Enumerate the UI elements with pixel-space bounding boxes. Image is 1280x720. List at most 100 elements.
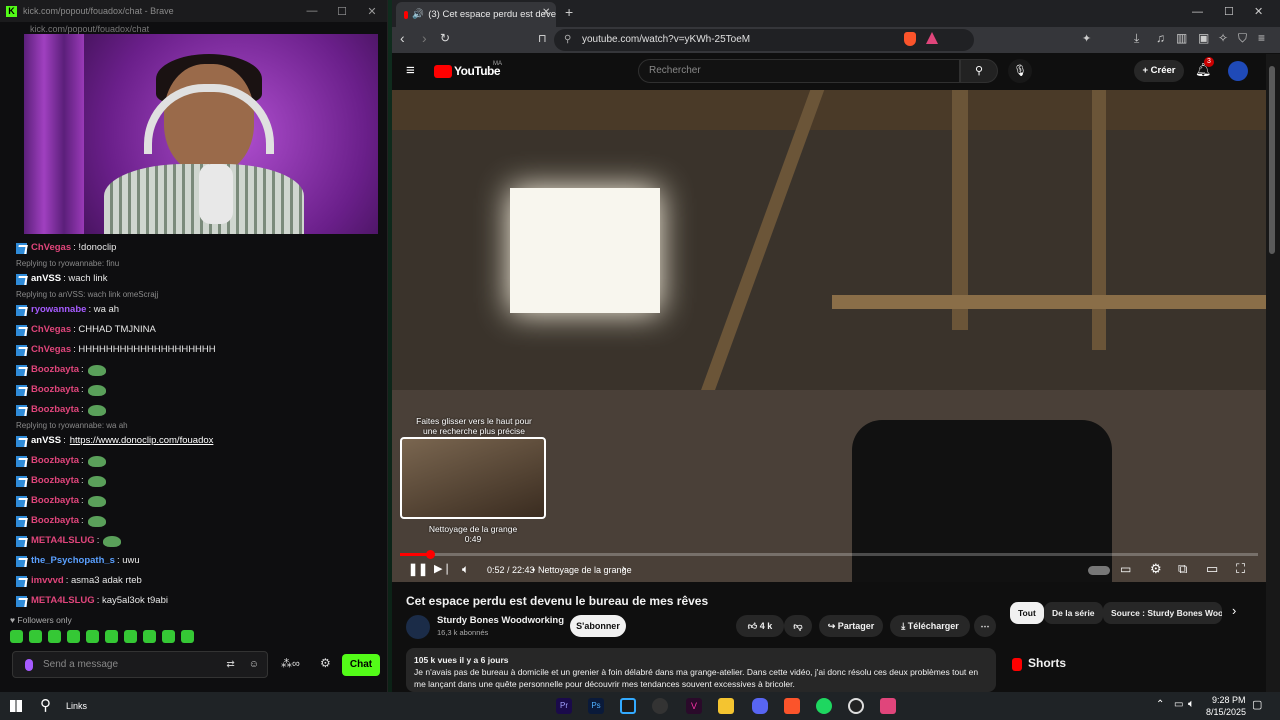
chat-username[interactable]: Boozbayta: [31, 360, 79, 380]
vpn-icon[interactable]: ⛉: [1238, 31, 1247, 46]
emote-icon[interactable]: [124, 630, 137, 643]
emote-icon[interactable]: [105, 630, 118, 643]
pause-icon[interactable]: ❚❚: [408, 562, 428, 576]
volume-icon[interactable]: 🔈︎: [462, 562, 469, 577]
chat-input[interactable]: Send a message ⇄ ☺: [12, 651, 268, 678]
page-scrollbar[interactable]: [1266, 54, 1280, 692]
chat-username[interactable]: anVSS: [31, 431, 61, 451]
chip-source[interactable]: Source : Sturdy Bones Woo: [1103, 602, 1222, 624]
emote-icon[interactable]: [86, 630, 99, 643]
voice-search-icon[interactable]: 🎙: [1008, 59, 1032, 83]
fullscreen-icon[interactable]: ⛶: [1236, 561, 1245, 577]
create-button[interactable]: + Créer: [1134, 60, 1184, 82]
chat-username[interactable]: Boozbayta: [31, 491, 79, 511]
chat-username[interactable]: Boozbayta: [31, 471, 79, 491]
spotify-icon[interactable]: [816, 698, 832, 714]
speaker-icon[interactable]: 🔊: [412, 9, 424, 20]
chip-all[interactable]: Tout: [1010, 602, 1044, 624]
notification-center-icon[interactable]: ▢: [1252, 698, 1262, 711]
scrubber-handle[interactable]: [426, 550, 435, 559]
emote-bar[interactable]: [10, 630, 194, 643]
subscribe-button[interactable]: S'abonner: [570, 615, 626, 637]
progress-bar[interactable]: [400, 553, 1258, 556]
video-player[interactable]: Faites glisser vers le haut pour une rec…: [392, 90, 1266, 582]
bookmark-icon[interactable]: ⊓: [538, 32, 547, 45]
emote-icon[interactable]: [67, 630, 80, 643]
obs-icon[interactable]: [652, 698, 668, 714]
subtitles-icon[interactable]: ▭: [1120, 562, 1131, 576]
chat-username[interactable]: META4LSLUG: [31, 531, 95, 551]
emote-icon[interactable]: [29, 630, 42, 643]
theater-mode-icon[interactable]: ▭: [1206, 561, 1218, 577]
brave-shields-icon[interactable]: [904, 32, 916, 46]
autoplay-toggle[interactable]: [1088, 566, 1110, 575]
chat-link[interactable]: https://www.donoclip.com/fouadox: [70, 431, 214, 451]
emote-icon[interactable]: [181, 630, 194, 643]
wallet-icon[interactable]: ▣: [1198, 31, 1209, 45]
close-button[interactable]: ✕: [1254, 5, 1263, 18]
chat-username[interactable]: Boozbayta: [31, 511, 79, 531]
chat-username[interactable]: anVSS: [31, 269, 61, 289]
chevron-right-icon[interactable]: ›: [1232, 603, 1236, 618]
media-icon[interactable]: ♫: [1156, 31, 1165, 45]
settings-icon[interactable]: ⚙: [1150, 561, 1162, 577]
chat-username[interactable]: Boozbayta: [31, 400, 79, 420]
emote-icon[interactable]: [10, 630, 23, 643]
chevron-right-icon[interactable]: ›: [622, 563, 626, 575]
chat-username[interactable]: ChVegas: [31, 320, 71, 340]
points-icon[interactable]: ⁂∞: [281, 657, 300, 670]
reload-icon[interactable]: ↻: [440, 31, 450, 45]
emote-icon[interactable]: [162, 630, 175, 643]
volume-icon[interactable]: 🔈︎: [1188, 698, 1195, 711]
like-button[interactable]: 👍︎ 4 k: [736, 615, 784, 637]
chat-username[interactable]: ChVegas: [31, 238, 71, 258]
discord-icon[interactable]: [752, 698, 768, 714]
reply-context[interactable]: Replying to ryowannabe: wa ah: [0, 420, 387, 431]
scrollbar-thumb[interactable]: [1269, 66, 1275, 254]
dislike-button[interactable]: 👎︎: [784, 615, 812, 637]
avatar[interactable]: [1228, 61, 1248, 81]
minimize-button[interactable]: —: [1192, 6, 1203, 18]
new-tab-button[interactable]: +: [565, 4, 573, 20]
vegas-icon[interactable]: V: [686, 698, 702, 714]
emoji-icon[interactable]: ☺: [249, 659, 259, 670]
more-actions-button[interactable]: ⋯: [974, 615, 996, 637]
chat-username[interactable]: imvvvd: [31, 571, 64, 591]
tab-youtube[interactable]: 🔊 (3) Cet espace perdu est deve: [396, 2, 556, 27]
windows-start-icon[interactable]: [10, 700, 22, 712]
download-button[interactable]: ⤓ Télécharger: [890, 615, 970, 637]
youtube-search-input[interactable]: Rechercher: [638, 59, 960, 83]
miniplayer-icon[interactable]: ⧉: [1178, 561, 1187, 577]
links-toolbar[interactable]: Links: [66, 701, 87, 711]
site-info-icon[interactable]: ⚲: [564, 29, 571, 51]
file-explorer-icon[interactable]: [718, 698, 734, 714]
leo-icon[interactable]: ✧: [1218, 31, 1228, 45]
chat-username[interactable]: META4LSLUG: [31, 591, 95, 611]
chat-username[interactable]: Boozbayta: [31, 380, 79, 400]
translate-icon[interactable]: ⇄: [226, 659, 234, 670]
settings-icon[interactable]: ⚙: [320, 656, 331, 670]
tray-chevron-icon[interactable]: ⌃: [1156, 699, 1164, 710]
chat-username[interactable]: Boozbayta: [31, 451, 79, 471]
minimize-button[interactable]: —: [297, 5, 327, 17]
clock-date[interactable]: 8/15/2025: [1206, 707, 1246, 717]
photoshop-icon[interactable]: Ps: [588, 698, 604, 714]
downloads-icon[interactable]: ⤓: [1134, 31, 1139, 46]
maximize-button[interactable]: ☐: [1224, 5, 1234, 18]
next-icon[interactable]: ▶❘: [434, 562, 452, 575]
tab-close-icon[interactable]: ✕: [542, 7, 550, 18]
maximize-button[interactable]: ☐: [327, 5, 357, 18]
share-button[interactable]: ↪ Partager: [819, 615, 883, 637]
emote-icon[interactable]: [143, 630, 156, 643]
chat-username[interactable]: the_Psychopath_s: [31, 551, 115, 571]
chat-username[interactable]: ChVegas: [31, 340, 71, 360]
extensions-icon[interactable]: ✦: [1082, 32, 1091, 45]
youtube-logo-icon[interactable]: [434, 65, 452, 78]
menu-icon[interactable]: ≡: [1258, 31, 1265, 45]
brave-icon[interactable]: [784, 698, 800, 714]
network-icon[interactable]: ▭: [1174, 699, 1183, 710]
channel-name[interactable]: Sturdy Bones Woodworking: [437, 615, 564, 626]
close-button[interactable]: ✕: [357, 5, 387, 18]
reply-context[interactable]: Replying to ryowannabe: finu: [0, 258, 387, 269]
sidebar-icon[interactable]: ▥: [1176, 31, 1187, 45]
